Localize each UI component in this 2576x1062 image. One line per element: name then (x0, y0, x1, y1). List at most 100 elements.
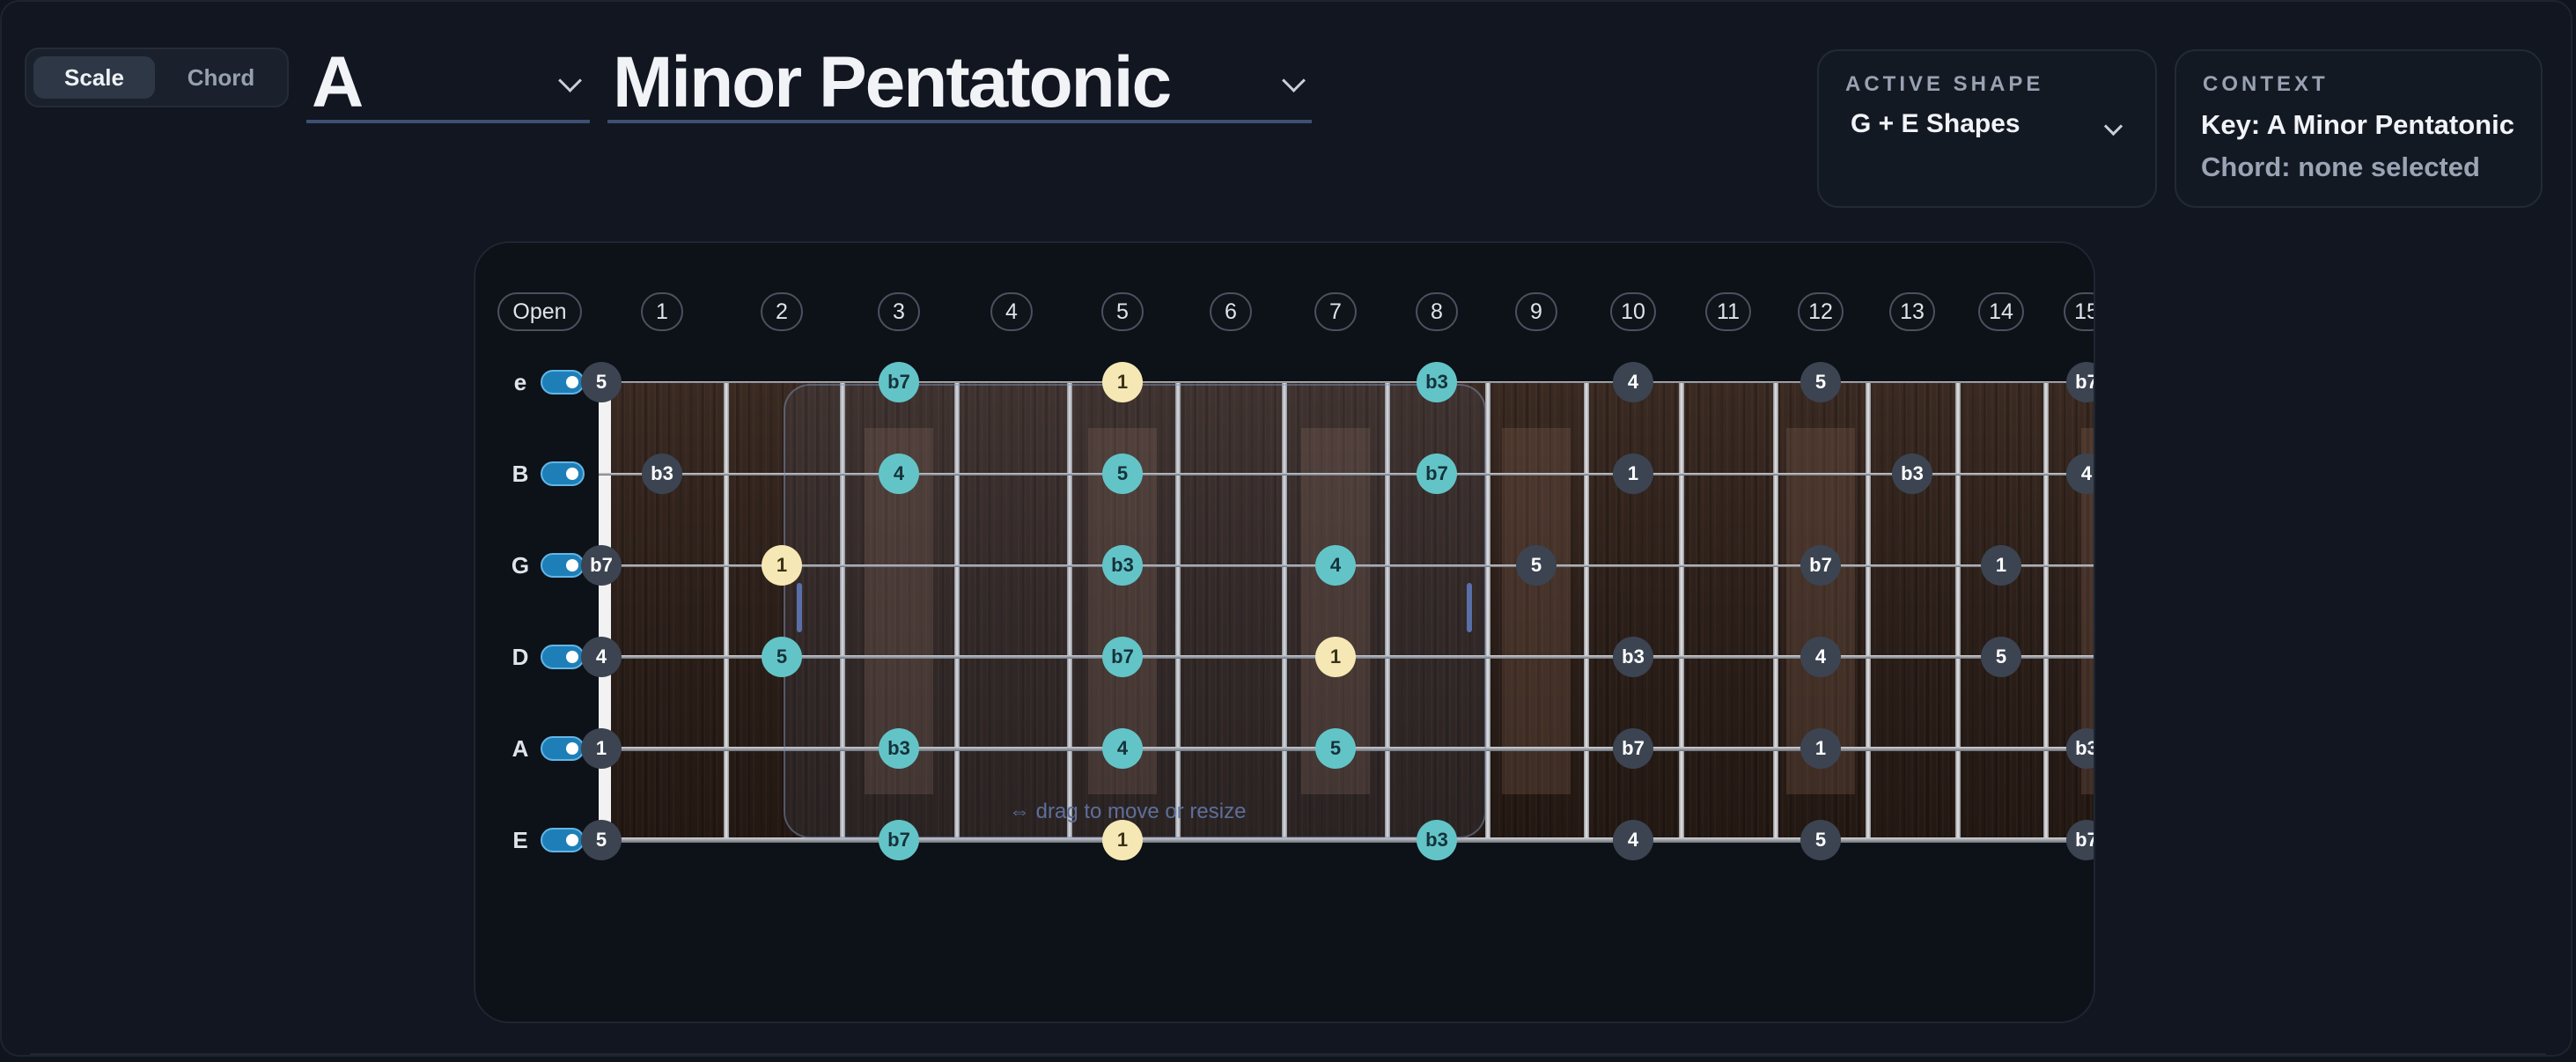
nut (599, 382, 611, 840)
note-marker[interactable]: b7 (879, 362, 919, 402)
scale-type-select[interactable]: Minor Pentatonic (607, 39, 1312, 123)
root-note-select[interactable]: A (306, 39, 590, 123)
note-marker[interactable]: 5 (1315, 728, 1356, 769)
fretboard: ⇔ drag to move or resize Open 1 2 3 4 5 6 7 8 9 10… (475, 243, 2094, 1021)
fretboard-card: ⇔ drag to move or resize Open 1 2 3 4 5 6 7 8 9 10… (474, 241, 2095, 1023)
active-shape-region[interactable] (784, 384, 1486, 838)
note-marker[interactable]: 4 (1613, 362, 1653, 402)
fret-label-11[interactable]: 11 (1705, 292, 1751, 331)
note-marker[interactable]: 1 (581, 728, 622, 769)
note-marker[interactable]: 1 (1800, 728, 1841, 769)
chord-mode-button[interactable]: Chord (160, 56, 282, 99)
root-note-value: A (312, 42, 364, 122)
root-note-marker[interactable]: 1 (1102, 362, 1143, 402)
context-label: CONTEXT (2203, 72, 2329, 96)
root-note-marker[interactable]: 1 (1102, 820, 1143, 860)
scale-mode-button[interactable]: Scale (33, 56, 155, 99)
fret-label-12[interactable]: 12 (1798, 292, 1844, 331)
context-key: Key: A Minor Pentatonic (2201, 109, 2514, 140)
note-marker[interactable]: b7 (1613, 728, 1653, 769)
root-note-marker[interactable]: 1 (1315, 637, 1356, 677)
fret-wire (1773, 382, 1778, 840)
fret-label-6[interactable]: 6 (1210, 292, 1252, 331)
string-toggle[interactable] (541, 553, 585, 578)
note-marker[interactable]: 4 (1613, 820, 1653, 860)
fret-label-14[interactable]: 14 (1978, 292, 2024, 331)
note-marker[interactable]: b3 (1417, 820, 1457, 860)
fret-label-4[interactable]: 4 (990, 292, 1033, 331)
note-marker[interactable]: 5 (762, 637, 802, 677)
note-marker[interactable]: b7 (879, 820, 919, 860)
string-label: G (511, 552, 530, 579)
bottom-divider (30, 1053, 2546, 1055)
guitar-string (599, 381, 2094, 383)
shape-left-resize-handle[interactable] (797, 583, 802, 632)
note-marker[interactable]: 5 (1516, 545, 1557, 586)
string-toggle[interactable] (541, 828, 585, 852)
active-shape-label: ACTIVE SHAPE (1845, 72, 2044, 96)
note-marker[interactable]: 4 (1315, 545, 1356, 586)
fret-label-1[interactable]: 1 (641, 292, 683, 331)
string-toggle[interactable] (541, 645, 585, 669)
note-marker[interactable]: 4 (1102, 728, 1143, 769)
note-marker[interactable]: b7 (1800, 545, 1841, 586)
chevron-down-icon (1282, 69, 1306, 92)
fret-label-3[interactable]: 3 (878, 292, 920, 331)
fret-label-10[interactable]: 10 (1610, 292, 1656, 331)
note-marker[interactable]: 5 (581, 362, 622, 402)
string-label: A (512, 735, 529, 762)
note-marker[interactable]: 4 (879, 454, 919, 494)
note-marker[interactable]: 5 (1800, 820, 1841, 860)
fret-label-7[interactable]: 7 (1314, 292, 1357, 331)
string-label: B (512, 461, 529, 487)
fret-wire (724, 382, 729, 840)
fret-inlay (1502, 428, 1571, 794)
fret-wire (1584, 382, 1589, 840)
note-marker[interactable]: b3 (642, 454, 682, 494)
string-label: e (513, 369, 527, 395)
string-label: E (512, 827, 528, 853)
note-marker[interactable]: b7 (581, 545, 622, 586)
fret-wire (1866, 382, 1871, 840)
note-marker[interactable]: b3 (1892, 454, 1932, 494)
fret-label-15[interactable]: 15 (2064, 292, 2094, 331)
scale-type-value: Minor Pentatonic (613, 42, 1172, 122)
note-marker[interactable]: b7 (1417, 454, 1457, 494)
note-marker[interactable]: 5 (581, 820, 622, 860)
note-marker[interactable]: 5 (1800, 362, 1841, 402)
context-chord: Chord: none selected (2201, 151, 2480, 182)
fret-label-open[interactable]: Open (497, 292, 582, 331)
fret-wire (2043, 382, 2049, 840)
note-marker[interactable]: 1 (1981, 545, 2021, 586)
root-note-marker[interactable]: 1 (762, 545, 802, 586)
string-toggle[interactable] (541, 461, 585, 486)
chevron-down-icon (558, 69, 582, 92)
fret-wire (1679, 382, 1684, 840)
active-shape-panel: ACTIVE SHAPE G + E Shapes (1817, 49, 2157, 208)
note-marker[interactable]: b7 (1102, 637, 1143, 677)
note-marker[interactable]: b3 (1102, 545, 1143, 586)
fret-label-13[interactable]: 13 (1889, 292, 1935, 331)
fret-label-9[interactable]: 9 (1515, 292, 1557, 331)
fret-label-2[interactable]: 2 (761, 292, 803, 331)
note-marker[interactable]: 4 (581, 637, 622, 677)
context-panel: CONTEXT Key: A Minor Pentatonic Chord: n… (2175, 49, 2543, 208)
note-marker[interactable]: 5 (1981, 637, 2021, 677)
shape-right-resize-handle[interactable] (1467, 583, 1472, 632)
note-marker[interactable]: b7 (2066, 820, 2094, 860)
fret-wire (1955, 382, 1961, 840)
active-shape-select[interactable]: G + E Shapes (1851, 109, 2020, 139)
string-toggle[interactable] (541, 370, 585, 395)
note-marker[interactable]: b3 (1613, 637, 1653, 677)
fret-label-5[interactable]: 5 (1101, 292, 1144, 331)
chevron-down-icon[interactable] (2103, 116, 2123, 136)
note-marker[interactable]: 4 (1800, 637, 1841, 677)
note-marker[interactable]: b3 (1417, 362, 1457, 402)
note-marker[interactable]: 5 (1102, 454, 1143, 494)
string-toggle[interactable] (541, 736, 585, 761)
fret-label-8[interactable]: 8 (1416, 292, 1458, 331)
mode-toggle: Scale Chord (25, 48, 289, 107)
note-marker[interactable]: 1 (1613, 454, 1653, 494)
string-label: D (512, 644, 529, 670)
note-marker[interactable]: b3 (879, 728, 919, 769)
